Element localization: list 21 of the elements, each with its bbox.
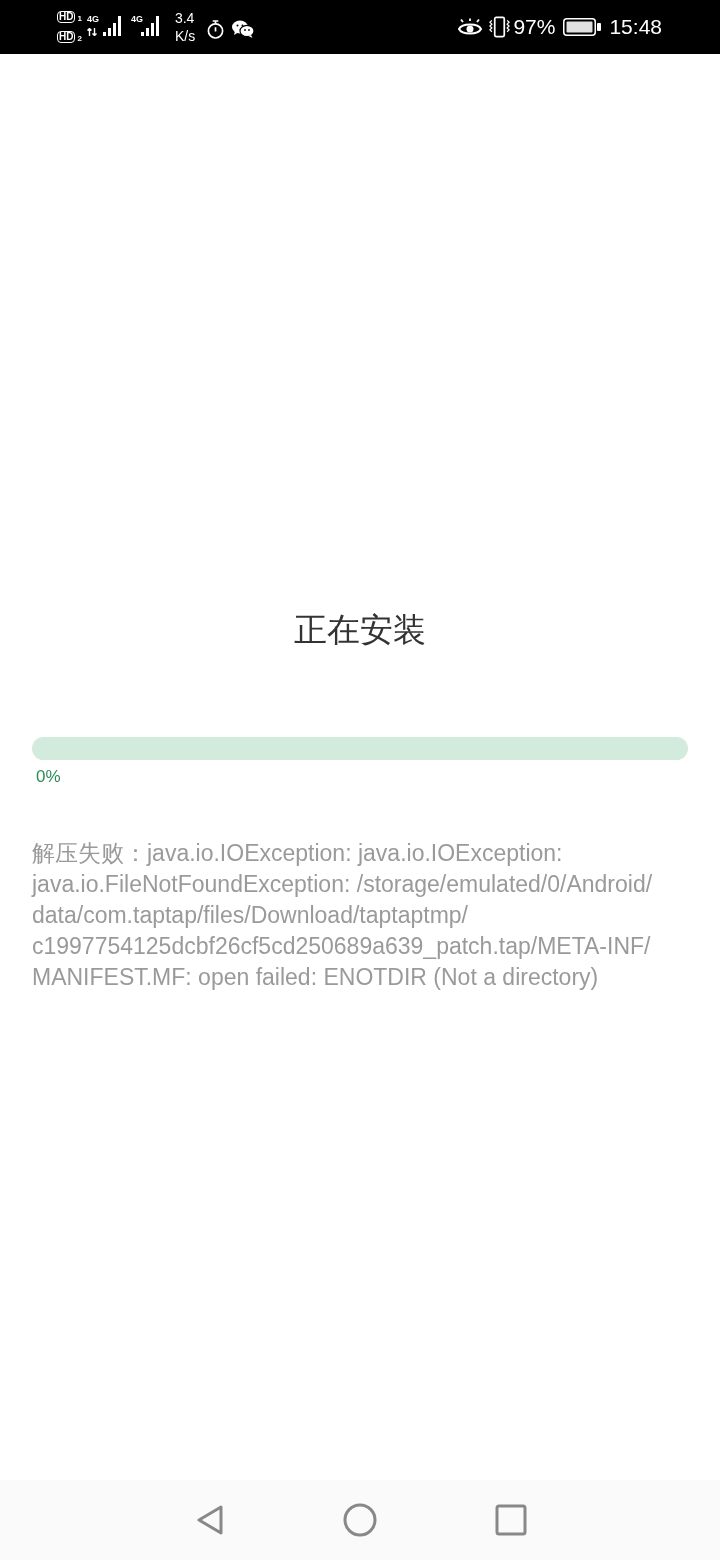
- signal-bars-icon: [102, 16, 123, 36]
- chat-bubbles-icon: [232, 19, 255, 38]
- network-speed-unit: K/s: [174, 28, 196, 44]
- sim-slot-number: 2: [77, 35, 82, 43]
- home-icon[interactable]: [343, 1503, 377, 1537]
- hd-badge: HD: [57, 11, 76, 23]
- network-type-label: 4G: [86, 15, 99, 24]
- network-type-label: 4G: [130, 15, 143, 24]
- progress-percent: 0%: [36, 766, 61, 788]
- error-message: 解压失败：java.io.IOException: java.io.IOException: java.io.FileNotFoundException: /storage/emulated/0/Android/data/com.taptap/files/Download/taptaptmp/c1997754125dcbf26cf5cd250689a639_patch.tap/META-INF/MANIFEST.MF: open failed: ENOTDIR (Not a directory): [32, 839, 654, 992]
- vibrate-phone-icon: [489, 16, 511, 38]
- stopwatch-icon: [207, 19, 225, 39]
- battery-percent: 97%: [513, 15, 556, 39]
- hd-badge: HD: [57, 31, 76, 43]
- clock-time: 15:48: [609, 15, 662, 39]
- eye-icon: [458, 18, 483, 36]
- install-title: 正在安装: [294, 610, 426, 650]
- recents-icon[interactable]: [495, 1504, 527, 1536]
- network-speed-value: 3.4: [174, 10, 196, 26]
- sim-slot-number: 1: [77, 15, 82, 23]
- battery-icon: [563, 18, 602, 36]
